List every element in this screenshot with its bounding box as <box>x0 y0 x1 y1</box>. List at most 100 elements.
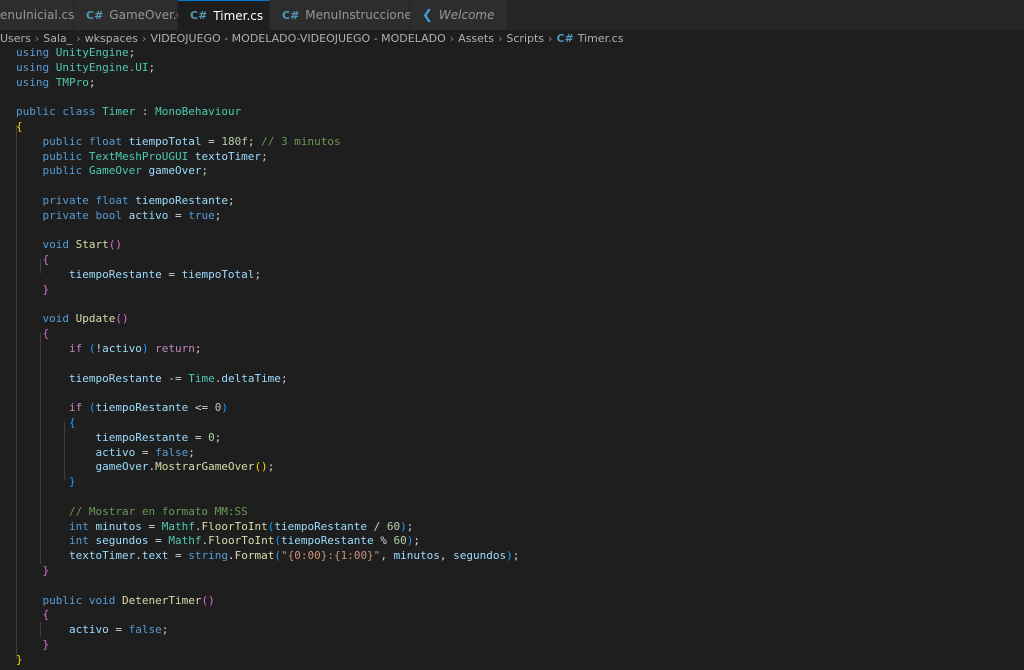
code-line[interactable]: void Update() <box>16 312 129 327</box>
code-token: using <box>16 75 56 89</box>
code-line[interactable]: textoTimer.text = string.Format("{0:00}:… <box>16 549 519 564</box>
chevron-right-icon: › <box>449 31 455 45</box>
breadcrumb-item[interactable]: VIDEOJUEGO - MODELADO-VIDEOJUEGO - MODEL… <box>150 32 445 45</box>
code-line[interactable]: using TMPro; <box>16 76 96 91</box>
code-token: MostrarGameOver <box>155 460 255 474</box>
tab-label: enuInicial.cs <box>0 8 75 22</box>
code-line[interactable]: } <box>16 653 23 668</box>
code-token: = <box>148 534 169 548</box>
code-line[interactable]: tiempoRestante = tiempoTotal; <box>16 268 261 283</box>
code-token: 60 <box>393 534 407 548</box>
code-token: 60 <box>386 519 401 533</box>
code-line[interactable]: public TextMeshProUGUI textoTimer; <box>16 150 268 165</box>
code-token: text <box>141 549 169 563</box>
code-line[interactable]: activo = false; <box>16 623 168 638</box>
code-token: = <box>188 430 209 444</box>
code-line[interactable]: private float tiempoRestante; <box>16 194 235 209</box>
tab-timer[interactable]: C# Timer.cs <box>178 0 270 30</box>
code-line[interactable]: tiempoRestante -= Time.deltaTime; <box>16 372 288 387</box>
code-token: } <box>42 564 50 577</box>
chevron-right-icon: › <box>497 31 503 45</box>
code-token: % <box>373 534 394 548</box>
tab-menuinicial[interactable]: enuInicial.cs <box>0 0 74 30</box>
code-token: { <box>42 327 50 341</box>
code-token: tiempoRestante <box>135 194 228 207</box>
code-token: Format <box>234 549 275 563</box>
breadcrumb-item[interactable]: Assets <box>458 32 494 45</box>
code-token: FloorToInt <box>201 519 268 533</box>
code-line[interactable]: if (tiempoRestante <= 0) <box>16 401 228 416</box>
code-line[interactable]: } <box>16 638 50 653</box>
code-line[interactable]: activo = false; <box>16 445 195 461</box>
code-token: return <box>155 342 195 355</box>
code-token: ; <box>406 519 414 533</box>
code-line[interactable]: private bool activo = true; <box>16 209 222 224</box>
code-line[interactable]: tiempoRestante = 0; <box>16 431 221 446</box>
tab-welcome[interactable]: ❮ Welcome <box>410 0 508 30</box>
code-token: ; <box>261 149 268 163</box>
tab-gameover[interactable]: C# GameOver.cs <box>74 0 189 30</box>
code-line[interactable]: using UnityEngine; <box>16 46 135 61</box>
code-token: () <box>201 593 215 607</box>
code-line[interactable]: } <box>16 564 50 579</box>
code-line[interactable]: public void DetenerTimer() <box>16 594 215 609</box>
code-line[interactable]: if (!activo) return; <box>16 342 202 357</box>
breadcrumb-item[interactable]: Sala_ <box>43 32 72 45</box>
chevron-right-icon: › <box>548 31 553 45</box>
code-token: false <box>128 623 162 637</box>
breadcrumb-item[interactable]: Scripts <box>506 32 544 45</box>
code-token: ( <box>274 549 281 563</box>
tab-label: Timer.cs <box>213 8 264 23</box>
code-token: tiempoRestante <box>68 371 162 385</box>
code-token: , <box>380 549 394 563</box>
code-line[interactable]: } <box>16 283 50 298</box>
code-token: Timer <box>102 105 136 119</box>
breadcrumb-item[interactable]: Users <box>0 32 31 45</box>
code-line[interactable]: { <box>16 608 50 623</box>
code-editor[interactable]: using UnityEngine; using UnityEngine.UI; u… <box>0 46 1024 670</box>
code-line[interactable]: int minutos = Mathf.FloorToInt(tiempoRes… <box>16 520 413 535</box>
code-line[interactable]: { <box>16 120 23 135</box>
code-token: = <box>168 549 189 563</box>
code-token: textoTimer <box>194 149 262 163</box>
code-token: , <box>439 549 454 563</box>
code-token: = <box>135 445 156 459</box>
code-token: ; <box>188 445 195 459</box>
code-token: public <box>16 105 63 119</box>
code-line[interactable]: { <box>16 416 76 431</box>
code-token: tiempoRestante <box>95 430 189 444</box>
tab-label: Welcome <box>438 8 495 22</box>
code-line[interactable]: using UnityEngine.UI; <box>16 61 155 76</box>
tab-menuinstrucciones[interactable]: C# MenuInstrucciones.cs <box>270 0 435 30</box>
breadcrumb-item[interactable]: wkspaces <box>85 32 138 45</box>
code-token: // 3 minutos <box>261 134 341 148</box>
code-line[interactable]: } <box>16 475 76 490</box>
code-token: { <box>42 608 50 622</box>
code-line[interactable]: { <box>16 253 50 268</box>
breadcrumb-item[interactable]: Timer.cs <box>578 32 624 45</box>
code-token: tiempoTotal <box>181 268 255 281</box>
code-line[interactable]: // Mostrar en formato MM:SS <box>16 505 248 520</box>
code-line[interactable]: int segundos = Mathf.FloorToInt(tiempoRe… <box>16 534 420 549</box>
code-token: = <box>201 134 222 148</box>
code-line[interactable]: public GameOver gameOver; <box>16 164 209 179</box>
code-token: float <box>88 134 129 148</box>
code-token: void <box>88 593 122 607</box>
code-token: 0 <box>208 430 215 444</box>
code-line[interactable]: { <box>16 327 50 342</box>
code-line[interactable]: public float tiempoTotal = 180f; // 3 mi… <box>16 135 341 150</box>
code-line[interactable]: gameOver.MostrarGameOver(); <box>16 460 274 475</box>
code-token: private <box>42 194 96 207</box>
code-token: = <box>108 623 129 637</box>
code-token: minutos <box>393 549 440 563</box>
code-line[interactable]: void Start() <box>16 238 123 253</box>
code-line[interactable]: public class Timer : MonoBehaviour <box>16 105 241 120</box>
code-token: Mathf <box>168 534 202 548</box>
code-token: using <box>16 46 56 59</box>
